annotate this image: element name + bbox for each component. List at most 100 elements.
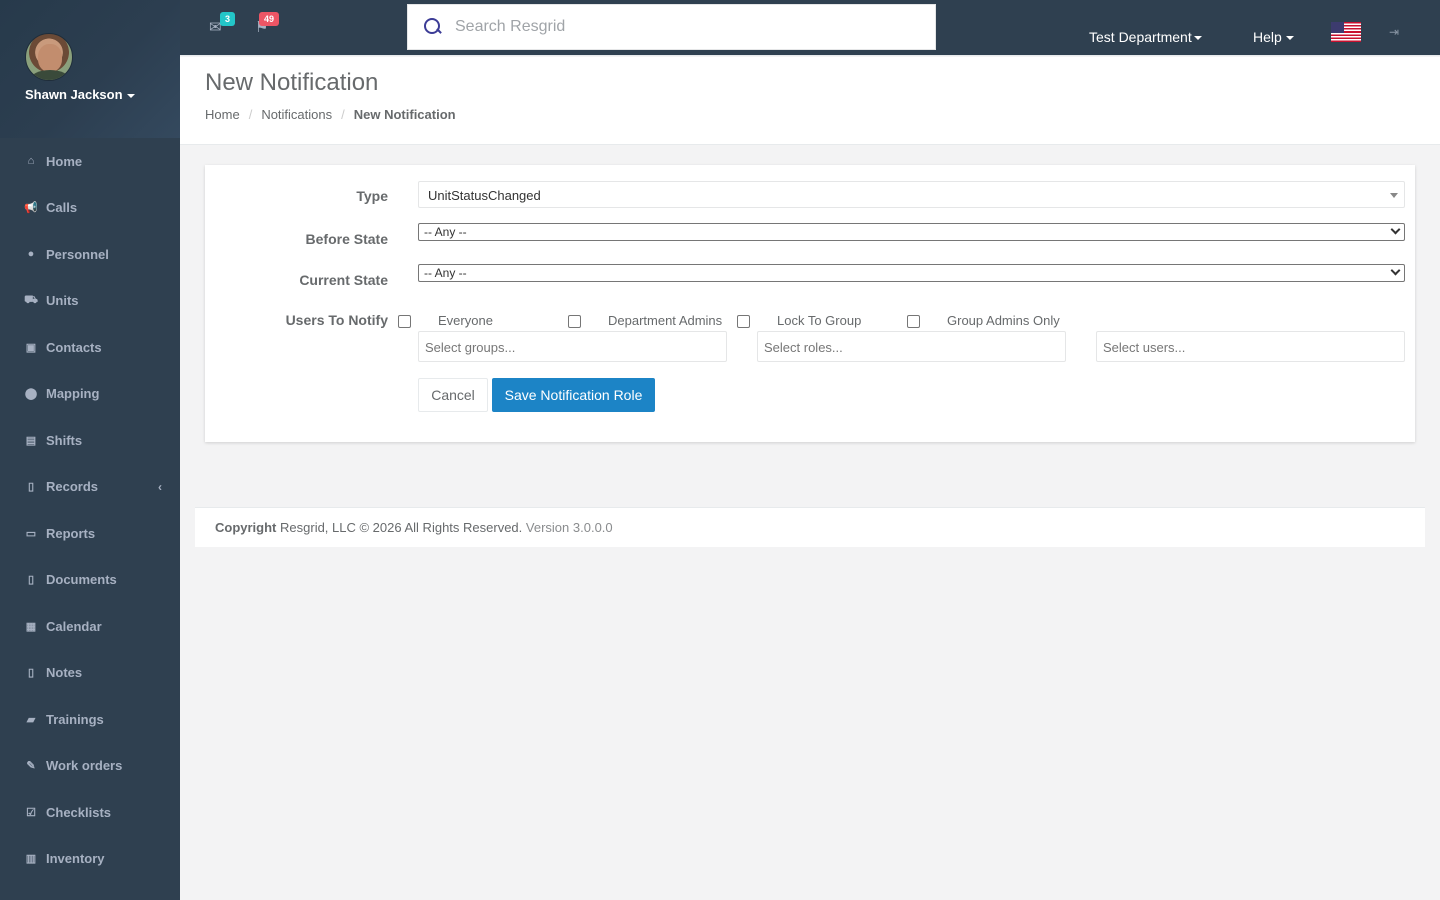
department-dropdown[interactable]: Test Department: [1089, 29, 1202, 45]
type-select-value: UnitStatusChanged: [428, 188, 541, 203]
group-admins-only-label: Group Admins Only: [947, 313, 1060, 328]
truck-icon: ⛟: [24, 293, 38, 306]
before-state-label: Before State: [305, 231, 388, 247]
roles-multiselect[interactable]: Select roles...: [757, 331, 1066, 362]
sidebar-item-label: Units: [46, 293, 79, 309]
page-title: New Notification: [205, 69, 379, 96]
dropdown-arrow-icon: [1390, 193, 1398, 198]
sidebar-item-label: Work orders: [46, 758, 123, 774]
search-box[interactable]: [407, 4, 936, 50]
search-input[interactable]: [455, 18, 895, 36]
groups-placeholder: Select groups...: [425, 340, 516, 355]
user-icon: ●: [27, 248, 35, 261]
sidebar-item-label: Contacts: [46, 339, 102, 355]
breadcrumb-separator: /: [341, 107, 345, 122]
current-state-label: Current State: [299, 272, 388, 288]
calendar-icon: ▦: [25, 620, 37, 633]
sidebar-item-label: Documents: [46, 572, 117, 588]
current-state-value: -- Any --: [424, 266, 467, 280]
sidebar-item-reports[interactable]: ▭ Reports: [0, 510, 180, 557]
sidebar-item-contacts[interactable]: ▣ Contacts: [0, 324, 180, 371]
cancel-button[interactable]: Cancel: [418, 378, 488, 412]
barcode-icon: ▥: [25, 853, 37, 866]
sidebar-item-label: Inventory: [46, 851, 105, 867]
avatar[interactable]: [25, 33, 73, 81]
sidebar-item-label: Reports: [46, 525, 96, 541]
sidebar-item-work-orders[interactable]: ✎ Work orders: [0, 743, 180, 790]
chevron-down-icon: [1390, 224, 1401, 235]
department-admins-checkbox[interactable]: [568, 315, 581, 328]
sidebar-nav: ⌂ Home 📢 Calls ● Personnel ⛟ Units ▣ Contacts ⬤ Map…: [0, 138, 180, 882]
department-admins-label: Department Admins: [608, 313, 723, 328]
avatar-shirt: [30, 70, 70, 80]
everyone-label: Everyone: [438, 313, 493, 328]
avatar-face: [38, 44, 62, 72]
chevron-down-icon: [1390, 265, 1401, 276]
department-label: Test Department: [1089, 29, 1192, 45]
groups-multiselect[interactable]: Select groups...: [418, 331, 727, 362]
caret-down-icon: [1193, 36, 1202, 41]
sidebar-item-label: Home: [46, 153, 83, 169]
sidebar-item-shifts[interactable]: ▤ Shifts: [0, 417, 180, 464]
breadcrumb-separator: /: [248, 107, 253, 122]
profile-name-dropdown[interactable]: Shawn Jackson: [25, 87, 135, 102]
breadcrumb-current: New Notification: [353, 107, 456, 122]
roles-placeholder: Select roles...: [764, 340, 843, 355]
book-icon: ▰: [26, 713, 36, 726]
sidebar-item-documents[interactable]: ▯ Documents: [0, 557, 180, 604]
sidebar-item-calendar[interactable]: ▦ Calendar: [0, 603, 180, 650]
sidebar-item-label: Mapping: [46, 386, 100, 402]
sidebar-item-label: Calls: [46, 200, 78, 216]
sidebar-item-checklists[interactable]: ☑ Checklists: [0, 789, 180, 836]
sidebar-item-home[interactable]: ⌂ Home: [0, 138, 180, 185]
sidebar: Shawn Jackson ⌂ Home 📢 Calls ● Personnel ⛟ Unit…: [0, 0, 180, 900]
sidebar-item-mapping[interactable]: ⬤ Mapping: [0, 371, 180, 418]
wrench-icon: ✎: [26, 760, 36, 773]
sidebar-item-notes[interactable]: ▯ Notes: [0, 650, 180, 697]
save-notification-role-button[interactable]: Save Notification Role: [492, 378, 655, 412]
copy-icon: ▭: [25, 527, 37, 540]
lock-to-group-checkbox[interactable]: [737, 315, 750, 328]
map-marker-icon: ⬤: [24, 388, 38, 401]
calls-badge: 49: [259, 12, 280, 26]
current-state-select[interactable]: -- Any --: [418, 264, 1405, 282]
check-square-icon: ☑: [26, 806, 36, 819]
users-to-notify-label: Users To Notify: [285, 312, 388, 328]
help-label: Help: [1253, 29, 1282, 45]
lock-to-group-label: Lock To Group: [777, 313, 862, 328]
sidebar-item-label: Records: [46, 479, 99, 495]
sidebar-item-calls[interactable]: 📢 Calls: [0, 185, 180, 232]
page-heading: New Notification Home / Notifications / …: [180, 57, 1440, 145]
type-label: Type: [356, 188, 388, 204]
search-icon: [423, 17, 443, 37]
profile-name: Shawn Jackson: [25, 87, 123, 102]
breadcrumb-home[interactable]: Home: [205, 107, 240, 122]
sidebar-item-label: Notes: [46, 665, 83, 681]
caret-down-icon: [1285, 36, 1294, 41]
sidebar-item-inventory[interactable]: ▥ Inventory: [0, 836, 180, 883]
copyright-bold: Copyright: [215, 520, 277, 535]
breadcrumb-notifications[interactable]: Notifications: [261, 107, 332, 122]
group-admins-only-checkbox[interactable]: [907, 315, 920, 328]
sidebar-item-trainings[interactable]: ▰ Trainings: [0, 696, 180, 743]
users-multiselect[interactable]: Select users...: [1096, 331, 1405, 362]
us-flag-icon[interactable]: [1331, 22, 1361, 42]
home-icon: ⌂: [27, 155, 35, 168]
notification-form-panel: Type UnitStatusChanged Before State -- A…: [205, 165, 1415, 442]
version-text: Version 3.0.0.0: [525, 520, 613, 535]
sidebar-item-units[interactable]: ⛟ Units: [0, 278, 180, 325]
before-state-select[interactable]: -- Any --: [418, 223, 1405, 241]
sidebar-item-records[interactable]: ▯ Records ‹: [0, 464, 180, 511]
caret-down-icon: [126, 93, 135, 98]
files-icon: ▯: [27, 667, 35, 680]
copyright-text: Resgrid, LLC © 2026 All Rights Reserved.: [280, 520, 523, 535]
type-select[interactable]: UnitStatusChanged: [418, 181, 1405, 208]
messages-badge: 3: [220, 12, 236, 26]
sidebar-item-label: Trainings: [46, 711, 104, 727]
help-dropdown[interactable]: Help: [1253, 29, 1294, 45]
sign-out-icon[interactable]: ⇥: [1389, 25, 1399, 39]
sidebar-item-label: Checklists: [46, 804, 112, 820]
everyone-checkbox[interactable]: [398, 315, 411, 328]
sidebar-item-personnel[interactable]: ● Personnel: [0, 231, 180, 278]
briefcase-icon: ▤: [25, 434, 37, 447]
